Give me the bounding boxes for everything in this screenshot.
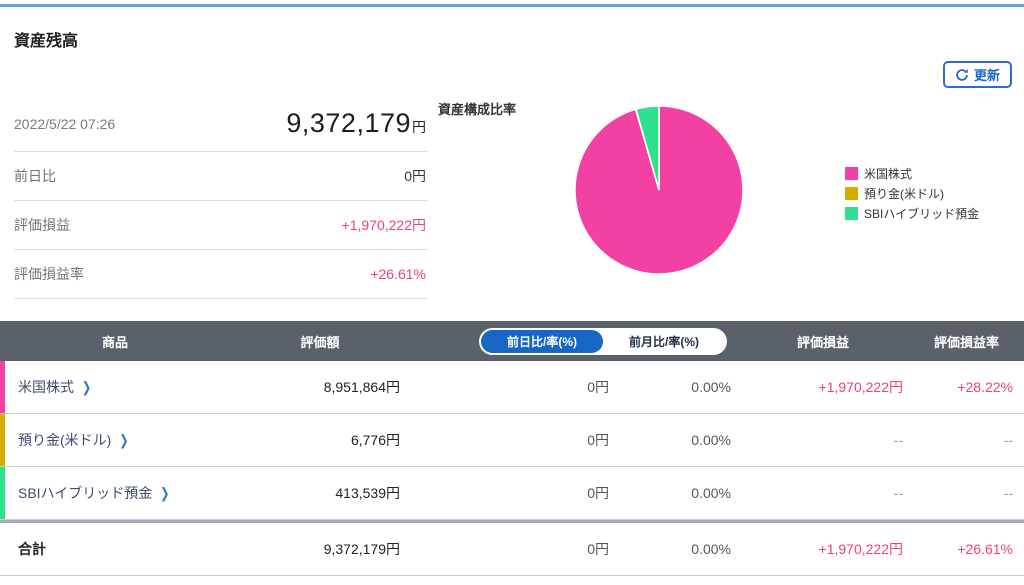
product-link-us-stocks[interactable]: 米国株式❯ [0,377,230,397]
day-change-value: 0円 [404,166,426,186]
legend-item-usd-deposit: 預り金(米ドル) [845,185,979,202]
chevron-right-icon: ❯ [82,379,91,396]
row-color-bar [0,414,5,466]
table-row-usd-deposit: 預り金(米ドル)❯ 6,776円 0円 0.00% -- -- [0,414,1024,467]
asset-pie-chart [573,104,745,276]
unrealized-pl-rate-row: 評価損益率 +26.61% [14,250,428,299]
legend-swatch-pink [845,167,858,180]
header-pl: 評価損益 [737,332,909,351]
unrealized-pl-value: +1,970,222円 [342,215,426,235]
total-label: 合計 [0,539,230,559]
product-link-usd-deposit[interactable]: 預り金(米ドル)❯ [0,430,230,450]
legend-swatch-green [845,207,858,220]
refresh-icon [955,68,969,82]
summary-panel: 2022/5/22 07:26 9,372,179円 前日比 0円 評価損益 +… [14,98,428,299]
header-value: 評価額 [230,332,410,351]
legend-item-us-stocks: 米国株式 [845,165,979,182]
top-accent-line [0,4,1024,7]
refresh-button[interactable]: 更新 [943,61,1012,88]
row-color-bar [0,361,5,413]
chart-legend: 米国株式 預り金(米ドル) SBIハイブリッド預金 [845,165,979,222]
unrealized-pl-rate-value: +26.61% [370,266,426,282]
table-header: 商品 評価額 評価損益 評価損益率 前日比/率(%) 前月比/率(%) [0,321,1024,361]
chevron-right-icon: ❯ [160,485,169,502]
total-asset-row: 2022/5/22 07:26 9,372,179円 [14,98,428,152]
header-pl-rate: 評価損益率 [909,332,1024,351]
table-row-total: 合計 9,372,179円 0円 0.00% +1,970,222円 +26.6… [0,523,1024,576]
asset-balance-page: 資産残高 更新 2022/5/22 07:26 9,372,179円 前日比 0… [0,0,1024,585]
legend-swatch-yellow [845,187,858,200]
chevron-right-icon: ❯ [119,432,128,449]
change-period-toggle: 前日比/率(%) 前月比/率(%) [479,328,727,355]
chart-title: 資産構成比率 [438,99,516,118]
page-title: 資産残高 [14,27,78,51]
header-product: 商品 [0,332,230,351]
day-change-row: 前日比 0円 [14,152,428,201]
product-link-sbi-hybrid[interactable]: SBIハイブリッド預金❯ [0,483,230,503]
refresh-button-label: 更新 [974,65,1000,84]
total-asset-value: 9,372,179円 [286,108,426,139]
toggle-day-change[interactable]: 前日比/率(%) [481,330,603,353]
table-row-sbi-hybrid: SBIハイブリッド預金❯ 413,539円 0円 0.00% -- -- [0,467,1024,520]
row-color-bar [0,467,5,519]
table-row-us-stocks: 米国株式❯ 8,951,864円 0円 0.00% +1,970,222円 +2… [0,361,1024,414]
toggle-month-change[interactable]: 前月比/率(%) [603,330,725,353]
unrealized-pl-row: 評価損益 +1,970,222円 [14,201,428,250]
legend-item-sbi-hybrid: SBIハイブリッド預金 [845,205,979,222]
as-of-timestamp: 2022/5/22 07:26 [14,116,115,132]
asset-table: 商品 評価額 評価損益 評価損益率 前日比/率(%) 前月比/率(%) 米国株式… [0,321,1024,576]
